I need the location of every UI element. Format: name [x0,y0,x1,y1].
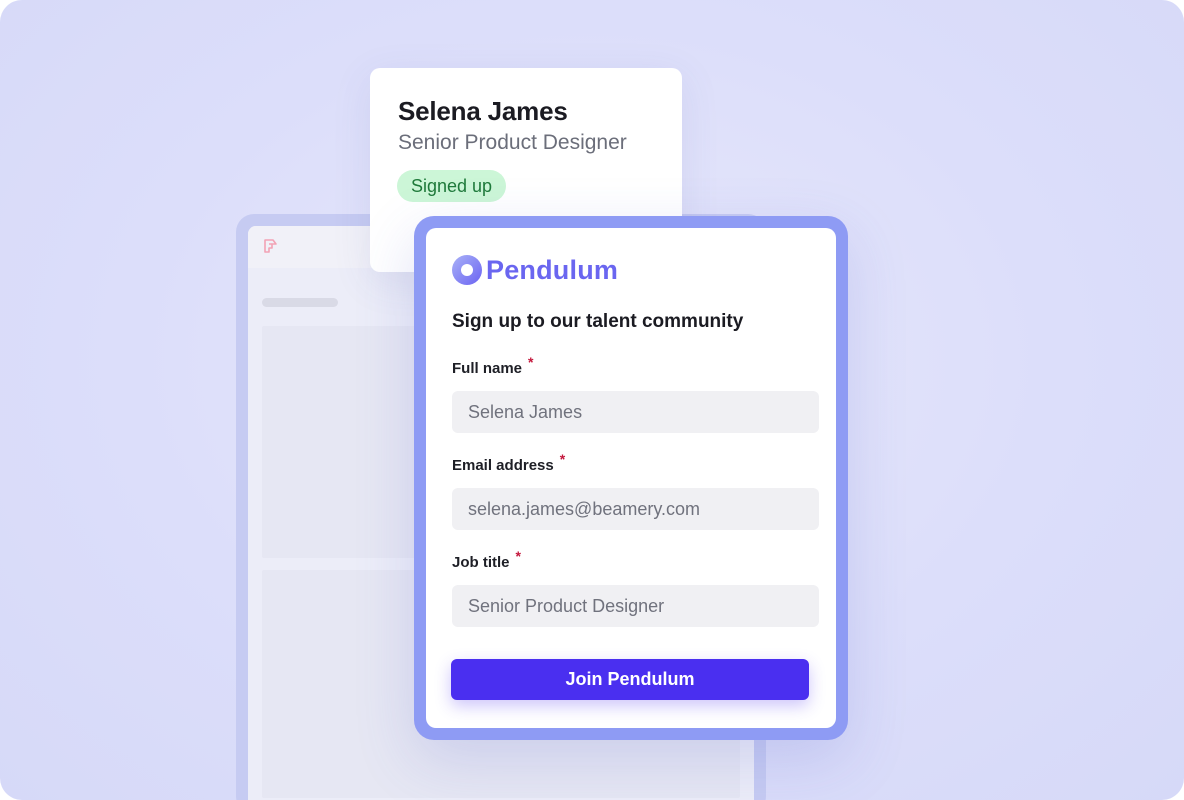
email-input[interactable] [452,488,819,530]
pendulum-logo-icon [452,255,482,285]
signup-form-frame: Pendulum Sign up to our talent community… [414,216,848,740]
required-mark: * [515,548,521,564]
brand-name: Pendulum [486,254,619,285]
job-title-label: Job title * [452,548,521,571]
brand: Pendulum [452,254,618,286]
full-name-label: Full name * [452,354,533,377]
job-title-label-text: Job title [452,554,510,571]
join-pendulum-button[interactable]: Join Pendulum [451,659,809,700]
required-mark: * [528,354,534,370]
status-badge: Signed up [397,170,507,202]
form-heading: Sign up to our talent community [452,311,744,332]
email-label-text: Email address [452,457,554,474]
candidate-title: Senior Product Designer [398,131,627,154]
candidate-name: Selena James [398,96,568,126]
app-logo-icon [264,239,277,253]
background-placeholder-line [262,298,338,307]
full-name-label-text: Full name [452,360,523,377]
full-name-input[interactable] [452,391,819,433]
required-mark: * [559,451,566,467]
email-label: Email address * [452,451,565,474]
canvas: Selena James Senior Product Designer Sig… [0,0,1184,800]
job-title-input[interactable] [452,585,819,627]
signup-form: Pendulum Sign up to our talent community… [426,228,836,728]
